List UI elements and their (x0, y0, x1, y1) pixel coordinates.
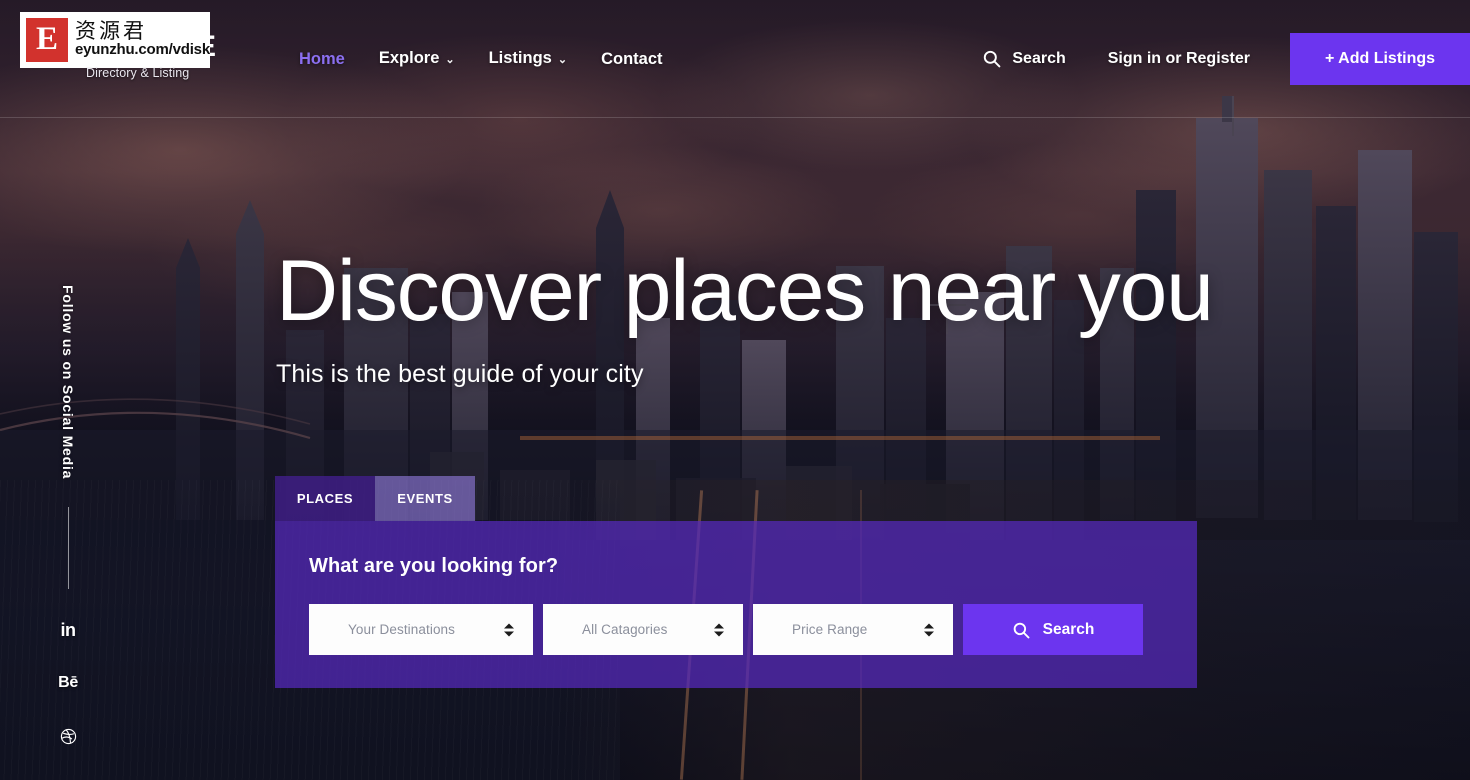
price-select[interactable]: Price Range (753, 604, 953, 655)
category-select-value: All Catagories (582, 622, 668, 637)
select-spinner-icon (504, 623, 514, 636)
header-search-button[interactable]: Search (960, 49, 1087, 68)
nav-item-contact[interactable]: Contact (584, 0, 679, 118)
select-spinner-icon (714, 623, 724, 636)
hero-title: Discover places near you (276, 243, 1214, 339)
header-search-label: Search (1012, 49, 1066, 67)
chevron-down-icon: ⌄ (445, 53, 455, 66)
select-spinner-icon (924, 623, 934, 636)
tab-events[interactable]: EVENTS (375, 476, 475, 521)
hero-text-block: Discover places near you This is the bes… (276, 243, 1214, 389)
watermark-badge-letter: E (35, 21, 58, 57)
social-media-rail: Follow us on Social Media in Bē (48, 285, 88, 778)
dribbble-icon[interactable] (57, 725, 79, 747)
price-select-value: Price Range (792, 622, 868, 637)
header-actions: Search Sign in or Register + Add Listing… (960, 32, 1470, 85)
nav-item-listings-label: Listings (488, 48, 552, 67)
search-form-row: Your Destinations All Catagories Price R… (309, 604, 1163, 655)
hero-subtitle: This is the best guide of your city (276, 360, 644, 388)
watermark-chinese-text: 资源君 (75, 19, 147, 44)
search-panel: What are you looking for? Your Destinati… (275, 521, 1197, 688)
destination-select[interactable]: Your Destinations (309, 604, 533, 655)
sign-in-register-link[interactable]: Sign in or Register (1088, 50, 1270, 68)
logo-area[interactable]: E E 资源君 eyunzhu.com/vdisk Directory & Li… (0, 0, 230, 118)
watermark-text: 资源君 eyunzhu.com/vdisk (75, 20, 210, 59)
brand-tagline: Directory & Listing (86, 65, 190, 80)
nav-item-explore[interactable]: Explore ⌄ (362, 0, 472, 119)
search-icon (982, 49, 1001, 68)
chevron-down-icon: ⌄ (557, 53, 568, 66)
search-icon (1012, 621, 1030, 639)
watermark-overlay: E 资源君 eyunzhu.com/vdisk (20, 11, 210, 68)
watermark-badge-icon: E (26, 17, 68, 62)
search-submit-button[interactable]: Search (963, 604, 1143, 655)
nav-item-explore-label: Explore (378, 48, 440, 67)
add-listings-button[interactable]: + Add Listings (1290, 32, 1470, 85)
nav-item-home-label: Home (299, 49, 345, 68)
behance-icon[interactable]: Bē (57, 672, 79, 694)
nav-item-listings[interactable]: Listings ⌄ (472, 0, 584, 119)
social-rail-label: Follow us on Social Media (60, 285, 76, 480)
watermark-url: eyunzhu.com/vdisk (75, 41, 210, 59)
search-panel-wrapper: PLACES EVENTS What are you looking for? … (275, 476, 1197, 688)
search-submit-label: Search (1042, 620, 1095, 638)
social-rail-divider (67, 507, 69, 590)
search-tabs: PLACES EVENTS (275, 476, 1197, 521)
linkedin-icon[interactable]: in (57, 619, 79, 641)
tab-places[interactable]: PLACES (275, 476, 375, 521)
page-root: E E 资源君 eyunzhu.com/vdisk Directory & Li… (0, 0, 1470, 780)
site-header: E E 资源君 eyunzhu.com/vdisk Directory & Li… (0, 0, 1470, 118)
category-select[interactable]: All Catagories (543, 604, 743, 655)
destination-select-value: Your Destinations (348, 622, 456, 637)
nav-item-home[interactable]: Home (282, 0, 362, 118)
nav-item-contact-label: Contact (601, 49, 663, 68)
search-panel-heading: What are you looking for? (309, 555, 559, 577)
main-navigation: Home Explore ⌄ Listings ⌄ Contact (282, 0, 680, 119)
